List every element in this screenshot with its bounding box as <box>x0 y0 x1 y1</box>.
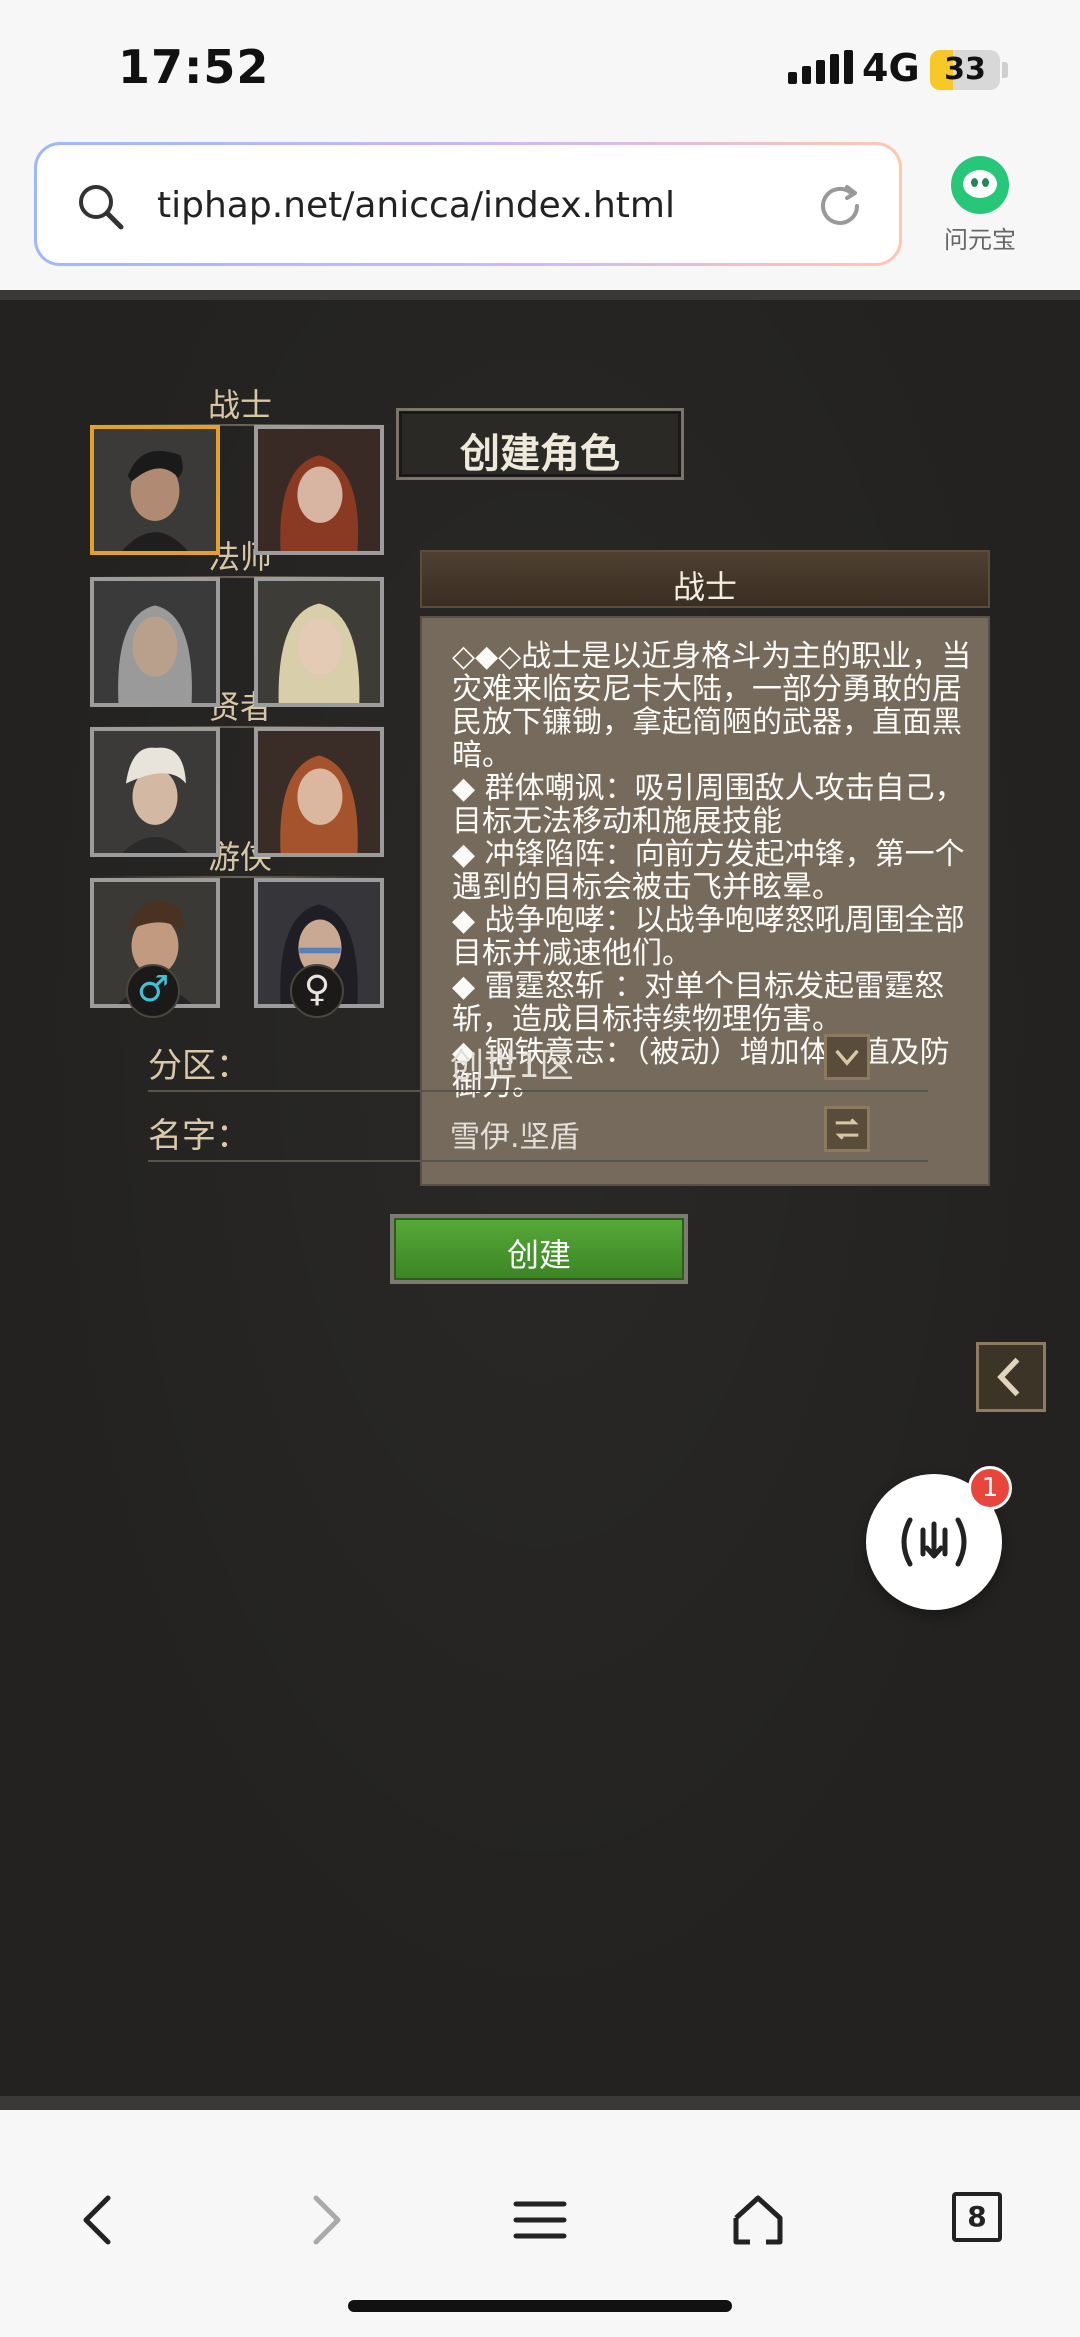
portrait-image <box>94 731 216 853</box>
portrait-image <box>258 731 380 853</box>
title-box: 创建角色 <box>396 408 684 480</box>
name-label: 名字： <box>148 1116 250 1156</box>
menu-icon[interactable] <box>510 2190 570 2250</box>
status-bar: 17:52 4G 33 <box>0 0 1080 140</box>
tabs-button[interactable]: 8 <box>952 2192 1002 2242</box>
battery-tip <box>1002 62 1008 78</box>
chevron-left-icon <box>997 1357 1020 1397</box>
back-button[interactable] <box>976 1342 1046 1412</box>
address-bar[interactable]: tiphap.net/anicca/index.html <box>34 142 902 266</box>
description-panel: ◇◆◇战士是以近身格斗为主的职业，当灾难来临安尼卡大陆，一部分勇敢的居民放下镰锄… <box>420 616 990 1186</box>
battery-icon: 33 <box>930 50 1000 90</box>
portrait-mage-female[interactable] <box>254 577 384 707</box>
server-dropdown-button[interactable] <box>824 1034 870 1080</box>
name-value[interactable]: 雪伊.坚盾 <box>450 1112 580 1156</box>
assistant-label: 问元宝 <box>944 226 1016 254</box>
description-header: 战士 <box>420 550 990 608</box>
search-icon <box>79 185 124 230</box>
portrait-mage-male[interactable] <box>90 577 220 707</box>
server-value[interactable]: 创世1区 <box>450 1038 574 1087</box>
gender-female-button[interactable]: ♀ <box>290 964 344 1018</box>
home-indicator <box>348 2300 732 2312</box>
home-icon[interactable] <box>728 2190 788 2250</box>
portrait-image <box>94 429 216 551</box>
portrait-sage-male[interactable] <box>90 727 220 857</box>
battery-level: 33 <box>944 52 986 87</box>
back-icon[interactable] <box>70 2190 130 2250</box>
notification-badge: 1 <box>968 1466 1012 1510</box>
status-time: 17:52 <box>118 40 270 94</box>
portrait-sage-female[interactable] <box>254 727 384 857</box>
description-header-title: 战士 <box>672 568 737 606</box>
page-title: 创建角色 <box>460 431 620 477</box>
portrait-warrior-male[interactable] <box>90 425 220 555</box>
create-button-label: 创建 <box>506 1236 571 1274</box>
assistant-button[interactable]: 问元宝 <box>936 156 1024 255</box>
reload-icon[interactable] <box>813 179 867 233</box>
forward-icon[interactable] <box>294 2190 354 2250</box>
random-name-button[interactable] <box>824 1106 870 1152</box>
gender-male-button[interactable]: ♂ <box>126 964 180 1018</box>
game-canvas: 创建角色 战士 法师 贤者 游侠 ♂ ♀ 战士 ◇◆◇战士是以近身格斗为主的职业… <box>0 290 1080 2110</box>
voice-icon <box>901 1517 967 1567</box>
divider <box>148 1160 928 1162</box>
description-text: ◇◆◇战士是以近身格斗为主的职业，当灾难来临安尼卡大陆，一部分勇敢的居民放下镰锄… <box>452 639 972 1103</box>
network-type: 4G <box>862 46 920 90</box>
class-label-warrior: 战士 <box>207 386 272 424</box>
signal-icon <box>788 50 853 84</box>
divider <box>148 1090 928 1092</box>
portrait-image <box>94 581 216 703</box>
create-button[interactable]: 创建 <box>390 1214 688 1284</box>
portrait-image <box>258 581 380 703</box>
url-text[interactable]: tiphap.net/anicca/index.html <box>157 185 675 226</box>
chevron-down-icon <box>835 1049 859 1066</box>
server-label: 分区： <box>148 1046 250 1086</box>
shuffle-icon <box>835 1118 859 1140</box>
portrait-image <box>258 429 380 551</box>
assistant-logo-icon <box>951 156 1009 214</box>
portrait-warrior-female[interactable] <box>254 425 384 555</box>
